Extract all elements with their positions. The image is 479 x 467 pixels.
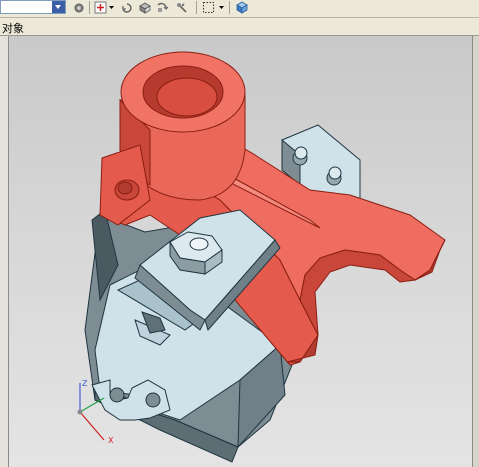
snap-point-icon[interactable]: [94, 1, 108, 14]
undo-icon[interactable]: [120, 1, 134, 14]
rotate-icon[interactable]: [155, 1, 169, 14]
left-frame: [0, 36, 9, 467]
tab-bar: 对象: [0, 18, 479, 36]
dropdown-arrow-icon[interactable]: [52, 1, 65, 13]
toolbar: [0, 0, 479, 18]
z-axis-label: Z: [82, 379, 88, 388]
pan-icon[interactable]: [175, 1, 189, 14]
x-axis: [79, 411, 105, 441]
model-canvas[interactable]: Z X: [9, 36, 472, 467]
x-axis-label: X: [108, 436, 114, 445]
chevron-down-icon[interactable]: [108, 1, 115, 14]
toolbar-separator: [89, 1, 90, 14]
graphics-viewport[interactable]: Z X: [9, 36, 472, 467]
triad-origin: [77, 409, 83, 415]
right-frame[interactable]: [472, 36, 479, 467]
zoom-box-icon[interactable]: [202, 1, 216, 14]
selection-filter-combo[interactable]: [0, 0, 66, 14]
cube-icon[interactable]: [235, 1, 249, 14]
toolbar-separator: [229, 1, 230, 14]
toolbar-separator: [196, 1, 197, 14]
chevron-down-icon[interactable]: [218, 1, 225, 14]
settings-icon[interactable]: [72, 1, 86, 14]
tab-objects[interactable]: 对象: [2, 20, 24, 36]
shaded-view-icon[interactable]: [138, 1, 152, 14]
y-axis: [79, 397, 105, 413]
